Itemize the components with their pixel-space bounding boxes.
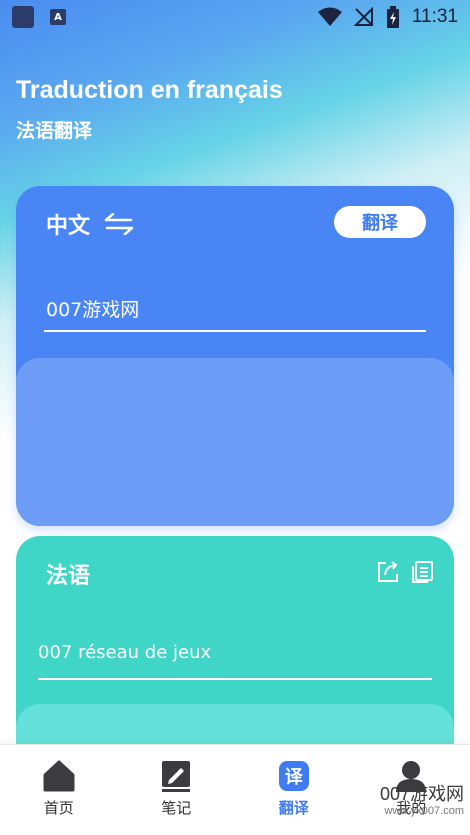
watermark-sub: www.yx007.com	[384, 804, 464, 817]
nav-notes-label: 笔记	[161, 799, 192, 817]
source-card: 中文 翻译	[16, 186, 454, 526]
a-notification-icon: A	[50, 9, 66, 25]
no-signal-icon	[353, 7, 373, 26]
swap-icon[interactable]	[104, 213, 134, 235]
translation-result: 007 réseau de jeux	[38, 636, 432, 680]
page-title-cn: 法语翻译	[16, 120, 93, 142]
source-text-input[interactable]	[44, 286, 426, 332]
watermark: 007游戏网 www.yx007.com	[379, 784, 464, 817]
home-icon	[43, 760, 75, 792]
app-notification-icon	[12, 6, 34, 28]
nav-translate[interactable]: 译 翻译	[244, 759, 344, 818]
target-language-label[interactable]: 法语	[46, 558, 90, 590]
nav-home[interactable]: 首页	[9, 759, 109, 818]
nav-home-label: 首页	[43, 799, 74, 817]
note-icon	[162, 761, 191, 792]
source-text-area[interactable]	[16, 358, 454, 526]
copy-icon[interactable]	[410, 560, 434, 584]
translate-button[interactable]: 翻译	[334, 206, 426, 238]
wifi-icon	[317, 7, 342, 26]
watermark-main: 007游戏网	[379, 784, 464, 805]
nav-translate-label: 翻译	[278, 799, 309, 817]
status-bar: A 11:31	[0, 0, 470, 34]
nav-notes[interactable]: 笔记	[126, 759, 226, 818]
source-language-selector[interactable]: 中文	[46, 208, 134, 240]
page-title-en: Traduction en français	[16, 76, 283, 104]
source-language-label: 中文	[46, 214, 91, 239]
share-icon[interactable]	[376, 560, 400, 584]
translate-icon: 译	[278, 761, 309, 791]
clock: 11:31	[411, 6, 458, 27]
battery-icon	[386, 6, 399, 28]
